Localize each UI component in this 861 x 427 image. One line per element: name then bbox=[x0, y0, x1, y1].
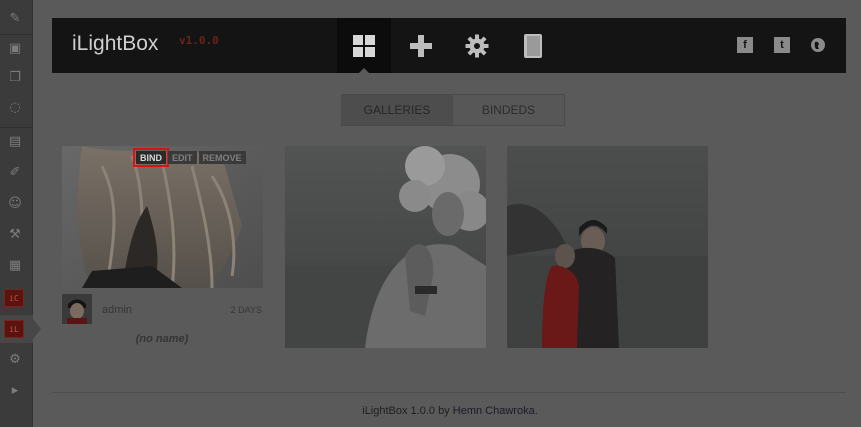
plugins-icon[interactable]: ✐ bbox=[5, 162, 25, 182]
book-icon bbox=[524, 33, 542, 58]
gallery-name: (no name) bbox=[135, 333, 189, 345]
gallery-age: 2 DAYS bbox=[230, 305, 262, 315]
gear-icon[interactable]: ⚙ bbox=[5, 349, 25, 369]
active-menu-arrow bbox=[33, 319, 41, 339]
app-title: iLightBox bbox=[72, 32, 159, 55]
gallery-thumbnail[interactable] bbox=[62, 146, 263, 288]
gallery-meta: admin 2 DAYS bbox=[62, 294, 262, 324]
gallery-thumbnail[interactable] bbox=[285, 146, 486, 348]
footer-suffix: . bbox=[534, 405, 538, 417]
card-actions: BIND EDIT REMOVE bbox=[133, 148, 246, 167]
twitter-icon[interactable]: t bbox=[774, 37, 790, 53]
view-tabs: GALLERIES BINDEDS bbox=[341, 94, 565, 126]
plugin-il-icon[interactable]: iL bbox=[4, 320, 24, 338]
settings-nav-button[interactable] bbox=[450, 18, 504, 73]
comments-icon[interactable]: ◌ bbox=[5, 97, 25, 117]
sidebar-divider bbox=[0, 127, 33, 128]
bind-button[interactable]: BIND bbox=[133, 148, 169, 167]
pin-icon[interactable]: ✎ bbox=[5, 8, 25, 28]
plugin-ic-icon[interactable]: iC bbox=[4, 289, 24, 307]
admin-sidebar: ✎ ▣ ❐ ◌ ▤ ✐ ☺ ⚒ ▦ iC iL ⚙ ▸ bbox=[0, 0, 41, 427]
sidebar-divider bbox=[0, 34, 33, 35]
docs-nav-button[interactable] bbox=[506, 18, 560, 73]
gear-icon bbox=[465, 34, 489, 57]
author-name[interactable]: admin bbox=[102, 304, 132, 316]
add-nav-button[interactable] bbox=[394, 18, 448, 73]
app-banner: iLightBox v1.0.0 f t bbox=[52, 18, 846, 74]
tab-galleries[interactable]: GALLERIES bbox=[342, 95, 453, 125]
media-icon[interactable]: ▣ bbox=[5, 38, 25, 58]
galleries-nav-button[interactable] bbox=[337, 18, 391, 74]
edit-button[interactable]: EDIT bbox=[168, 151, 197, 164]
collapse-icon[interactable]: ▸ bbox=[5, 380, 25, 400]
facebook-icon[interactable]: f bbox=[737, 37, 753, 53]
app-version: v1.0.0 bbox=[179, 34, 219, 47]
avatar bbox=[62, 294, 92, 324]
grid-icon bbox=[353, 34, 375, 57]
tools-icon[interactable]: ⚒ bbox=[5, 224, 25, 244]
pages-icon[interactable]: ❐ bbox=[5, 67, 25, 87]
active-caret bbox=[358, 68, 370, 74]
footer-divider bbox=[52, 392, 846, 393]
users-icon[interactable]: ☺ bbox=[5, 193, 25, 213]
footer-text: iLightBox 1.0.0 by bbox=[362, 405, 453, 417]
gallery-thumbnail[interactable] bbox=[507, 146, 708, 348]
tab-bindeds[interactable]: BINDEDS bbox=[453, 95, 564, 125]
remove-button[interactable]: REMOVE bbox=[198, 151, 246, 164]
plus-icon bbox=[410, 34, 432, 57]
appearance-icon[interactable]: ▤ bbox=[5, 131, 25, 151]
globe-icon[interactable] bbox=[810, 37, 826, 53]
settings-icon[interactable]: ▦ bbox=[5, 255, 25, 275]
author-link[interactable]: Hemn Chawroka bbox=[453, 405, 535, 417]
footer: iLightBox 1.0.0 by Hemn Chawroka. bbox=[0, 405, 861, 417]
